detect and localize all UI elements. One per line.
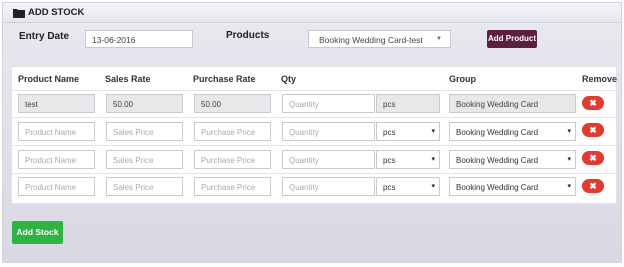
col-header-product-name: Product Name (18, 74, 80, 84)
divider (12, 145, 616, 146)
quantity-input[interactable]: Quantity (282, 150, 375, 169)
entry-date-input[interactable]: 13-06-2016 (85, 30, 193, 48)
close-icon: ✖ (589, 153, 597, 163)
sales-price-input[interactable]: Sales Price (106, 122, 183, 141)
unit-select[interactable]: pcs ▾ (376, 150, 440, 169)
quantity-field[interactable]: Quantity (282, 94, 375, 113)
remove-button[interactable]: ✖ (582, 179, 604, 193)
stock-table: Product Name Sales Rate Purchase Rate Qt… (11, 66, 617, 204)
chevron-down-icon: ▾ (567, 128, 571, 135)
panel-header: ADD STOCK (3, 3, 621, 23)
chevron-down-icon: ▾ (431, 128, 435, 135)
col-header-qty: Qty (281, 74, 297, 84)
unit-select-value: pcs (383, 156, 396, 165)
divider (12, 173, 616, 174)
products-select[interactable]: Booking Wedding Card-test ▼ (308, 30, 451, 48)
add-stock-button[interactable]: Add Stock (12, 221, 63, 244)
group-select[interactable]: Booking Wedding Card ▾ (449, 177, 576, 196)
col-header-remove: Remove (582, 74, 618, 84)
remove-button[interactable]: ✖ (582, 151, 604, 165)
close-icon: ✖ (589, 181, 597, 191)
product-name-input[interactable]: Product Name (18, 122, 95, 141)
unit-select-value: pcs (383, 183, 396, 192)
group-select[interactable]: Booking Wedding Card ▾ (449, 150, 576, 169)
purchase-price-input[interactable]: Purchase Price (194, 122, 271, 141)
sales-price-input[interactable]: Sales Price (106, 150, 183, 169)
col-header-purchase-rate: Purchase Rate (193, 74, 256, 84)
remove-button[interactable]: ✖ (582, 123, 604, 137)
sales-price-input[interactable]: Sales Price (106, 177, 183, 196)
chevron-down-icon: ▾ (567, 183, 571, 190)
entry-date-label: Entry Date (19, 31, 70, 42)
group-select-value: Booking Wedding Card (456, 128, 539, 137)
divider (12, 117, 616, 118)
close-icon: ✖ (589, 125, 597, 135)
chevron-down-icon: ▾ (431, 156, 435, 163)
add-stock-panel: ADD STOCK Entry Date 13-06-2016 Products… (2, 2, 622, 263)
remove-button[interactable]: ✖ (582, 96, 604, 110)
quantity-input[interactable]: Quantity (282, 177, 375, 196)
chevron-down-icon: ▾ (567, 156, 571, 163)
product-name-field[interactable]: test (18, 94, 95, 113)
purchase-rate-field[interactable]: 50.00 (194, 94, 271, 113)
unit-select[interactable]: pcs ▾ (376, 122, 440, 141)
product-name-input[interactable]: Product Name (18, 177, 95, 196)
quantity-input[interactable]: Quantity (282, 122, 375, 141)
close-icon: ✖ (589, 98, 597, 108)
product-name-input[interactable]: Product Name (18, 150, 95, 169)
products-label: Products (226, 30, 270, 41)
divider (12, 90, 616, 91)
group-select-value: Booking Wedding Card (456, 156, 539, 165)
purchase-price-input[interactable]: Purchase Price (194, 177, 271, 196)
folder-icon (13, 8, 25, 18)
unit-select-value: pcs (383, 128, 396, 137)
entry-row: Entry Date 13-06-2016 Products Booking W… (3, 25, 621, 57)
products-select-value: Booking Wedding Card-test (319, 35, 423, 45)
unit-field[interactable]: pcs (376, 94, 440, 113)
col-header-sales-rate: Sales Rate (105, 74, 151, 84)
chevron-down-icon: ▼ (436, 36, 442, 42)
panel-title: ADD STOCK (28, 7, 85, 18)
group-select-value: Booking Wedding Card (456, 183, 539, 192)
chevron-down-icon: ▾ (431, 183, 435, 190)
col-header-group: Group (449, 74, 476, 84)
add-product-button[interactable]: Add Product (487, 30, 537, 48)
group-field[interactable]: Booking Wedding Card (449, 94, 576, 113)
sales-rate-field[interactable]: 50.00 (106, 94, 183, 113)
unit-select[interactable]: pcs ▾ (376, 177, 440, 196)
purchase-price-input[interactable]: Purchase Price (194, 150, 271, 169)
group-select[interactable]: Booking Wedding Card ▾ (449, 122, 576, 141)
